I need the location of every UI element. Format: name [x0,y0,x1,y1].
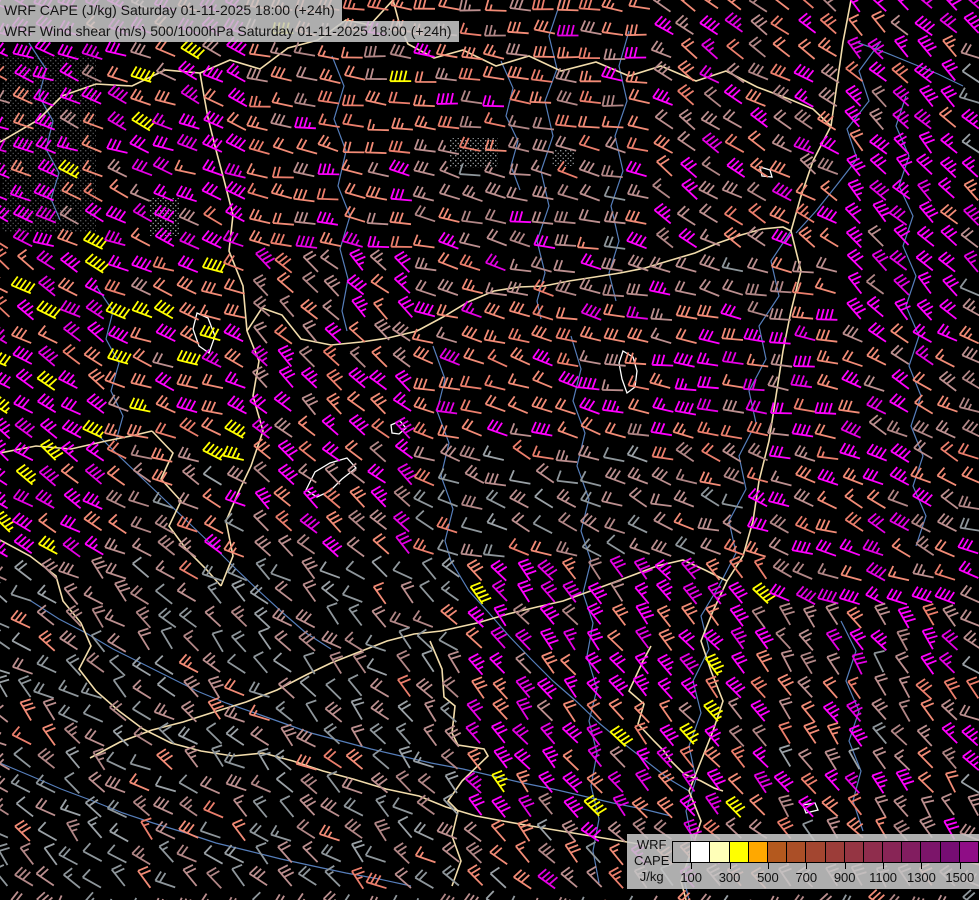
legend-color-swatch [709,841,730,863]
legend-label: WRF CAPE J/kg [634,837,669,885]
legend-tick-mark [729,863,731,869]
title-panel: WRF CAPE (J/kg) Saturday 01-11-2025 18:0… [0,0,459,42]
legend-color-swatch [882,841,903,863]
legend-color-swatch [690,841,711,863]
legend-color-swatch [920,841,941,863]
legend-color-swatch [824,841,845,863]
legend-tick-mark [806,863,808,869]
legend-color-swatch [728,841,749,863]
wrf-weather-map: WRF CAPE (J/kg) Saturday 01-11-2025 18:0… [0,0,979,900]
legend-tick-mark [959,863,961,869]
legend-color-swatch [939,841,960,863]
legend-tick-mark [844,863,846,869]
legend-label-line2: CAPE [634,853,670,868]
legend-color-swatch [805,841,826,863]
legend-label-line1: WRF [636,837,667,852]
map-canvas [0,0,979,900]
legend-color-swatch [766,841,788,863]
legend-label-line3: J/kg [639,869,664,884]
legend-tick-label: 1500 [945,870,975,885]
legend-tick-mark [883,863,885,869]
map-title-shear: WRF Wind shear (m/s) 500/1000hPa Saturda… [0,21,459,42]
legend-color-swatch [747,841,768,863]
legend-color-swatch [786,841,807,863]
legend-color-swatch [672,841,693,863]
legend-tick-mark [767,863,769,869]
legend-tick-mark [921,863,923,869]
legend-color-swatch [843,841,864,863]
legend-color-swatch [862,841,884,863]
legend-color-swatch [901,841,922,863]
legend-tick-mark [691,863,693,869]
legend-color-swatch [958,841,979,863]
map-title-cape: WRF CAPE (J/kg) Saturday 01-11-2025 18:0… [0,0,342,21]
legend-panel: WRF CAPE J/kg 100 300 500 700 900 1100 1300 150… [627,834,979,889]
legend-color-scale [672,841,979,863]
